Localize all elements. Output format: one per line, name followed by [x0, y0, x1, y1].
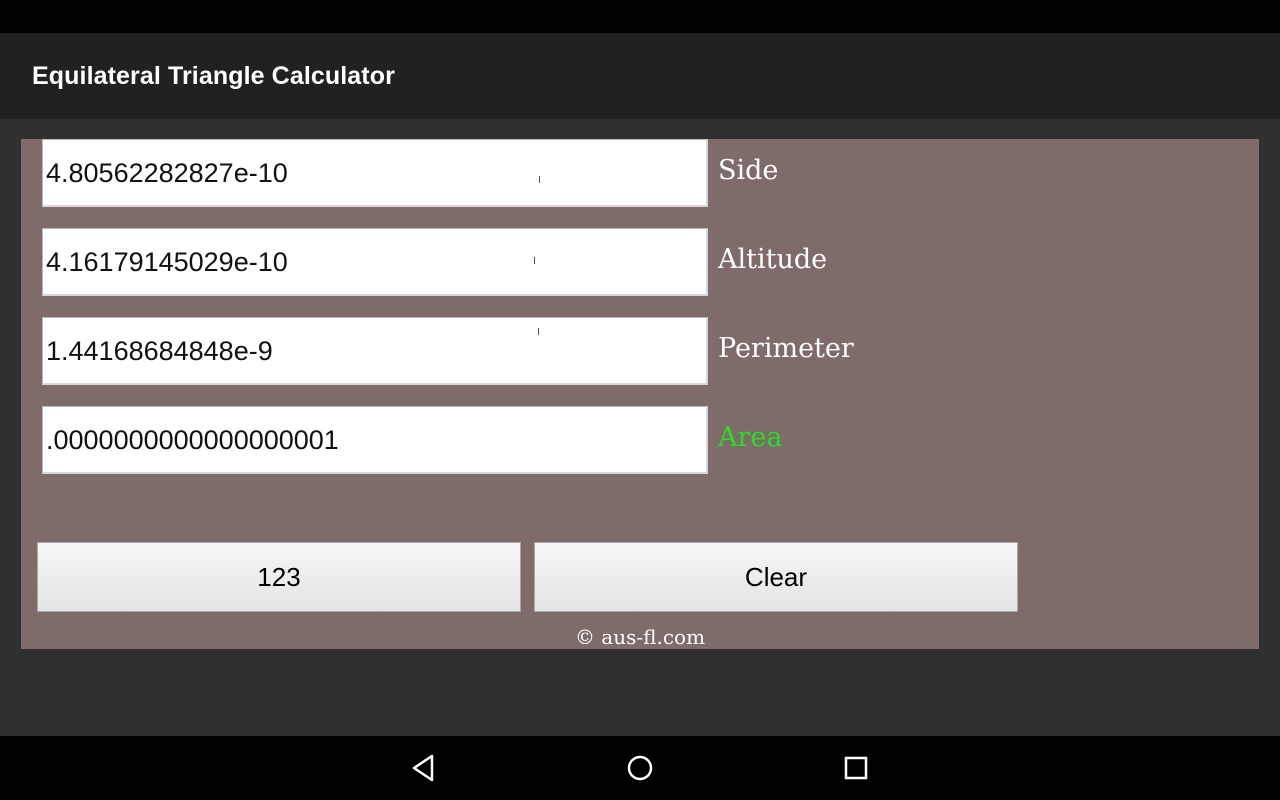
navigation-bar	[0, 736, 1280, 800]
recents-icon[interactable]	[838, 750, 874, 786]
altitude-cursor-mark	[534, 257, 535, 264]
side-cursor-mark	[539, 176, 540, 183]
app-bar: Equilateral Triangle Calculator	[0, 33, 1280, 119]
area-label: Area	[718, 422, 783, 453]
clear-button[interactable]: Clear	[534, 542, 1018, 612]
altitude-row: 4.16179145029e-10 Altitude	[42, 228, 1042, 296]
keypad-button[interactable]: 123	[37, 542, 521, 612]
area-input[interactable]: .0000000000000000001	[42, 406, 708, 474]
copyright-text: © aus-fl.com	[574, 625, 706, 649]
altitude-input[interactable]: 4.16179145029e-10	[42, 228, 708, 296]
altitude-label: Altitude	[718, 244, 828, 275]
app-title: Equilateral Triangle Calculator	[32, 62, 395, 90]
perimeter-label: Perimeter	[718, 333, 854, 364]
perimeter-row: 1.44168684848e-9 Perimeter	[42, 317, 1042, 385]
area-row: .0000000000000000001 Area	[42, 406, 1042, 474]
back-icon[interactable]	[406, 750, 442, 786]
side-row: 4.80562282827e-10 Side	[42, 139, 1042, 207]
altitude-value: 4.16179145029e-10	[46, 247, 288, 277]
side-label: Side	[718, 155, 779, 186]
side-value: 4.80562282827e-10	[46, 158, 288, 188]
home-icon[interactable]	[622, 750, 658, 786]
area-value: .0000000000000000001	[46, 425, 339, 455]
status-bar	[0, 0, 1280, 33]
side-input[interactable]: 4.80562282827e-10	[42, 139, 708, 207]
perimeter-value: 1.44168684848e-9	[46, 336, 273, 366]
perimeter-input[interactable]: 1.44168684848e-9	[42, 317, 708, 385]
perimeter-cursor-mark	[538, 328, 539, 335]
